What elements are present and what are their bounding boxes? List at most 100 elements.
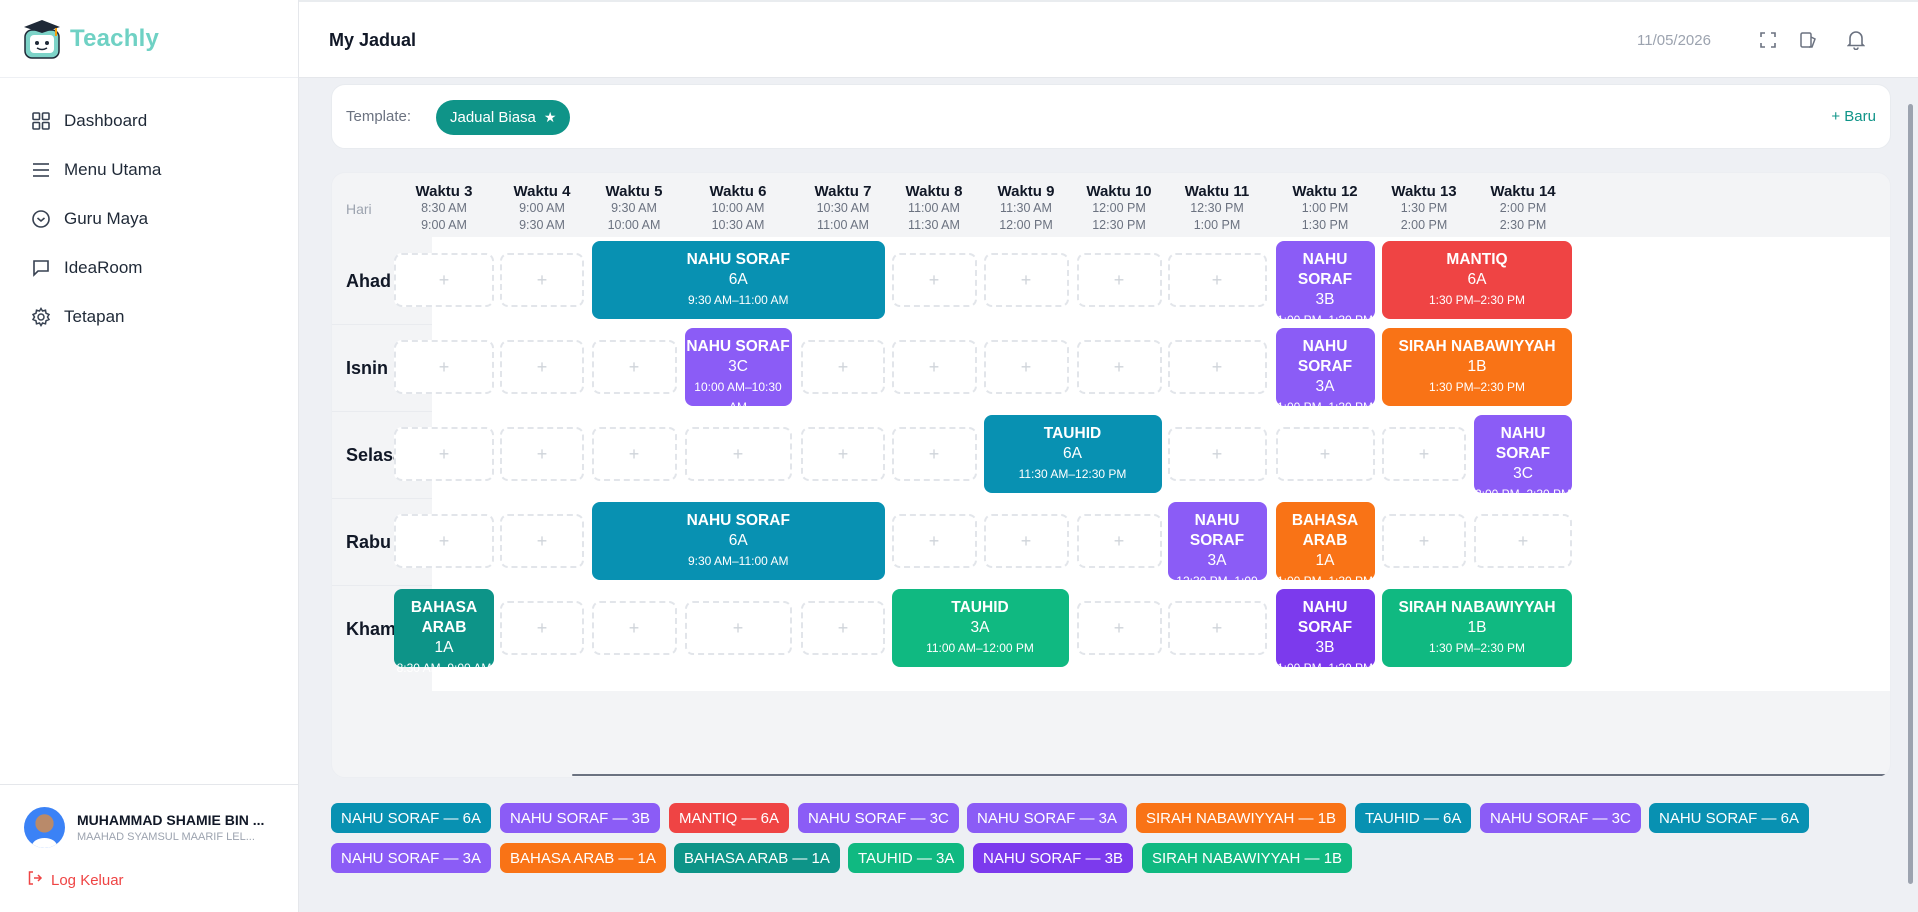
class-group: 1B — [1467, 358, 1487, 375]
empty-slot-add-button[interactable]: + — [1167, 340, 1267, 394]
class-block[interactable]: NAHU SORAF 6A 9:30 AM–11:00 AM — [591, 502, 885, 580]
empty-slot-add-button[interactable]: + — [983, 253, 1069, 307]
class-block[interactable]: SIRAH NABAWIYYAH 1B 1:30 PM–2:30 PM — [1382, 589, 1572, 667]
empty-slot-add-button[interactable]: + — [801, 340, 885, 394]
legend-chip[interactable]: NAHU SORAF — 6A — [1649, 803, 1810, 833]
class-block[interactable]: NAHU SORAF 3B 1:00 PM–1:30 PM — [1275, 241, 1375, 327]
empty-slot-add-button[interactable]: + — [1167, 601, 1267, 655]
legend-chip[interactable]: NAHU SORAF — 3B — [973, 843, 1134, 873]
class-block[interactable]: BAHASA ARAB 1A 8:30 AM–9:00 AM — [394, 589, 494, 675]
class-block[interactable]: NAHU SORAF 3C 2:00 PM–2:30 PM — [1474, 415, 1572, 501]
logout-button[interactable]: Log Keluar — [27, 870, 299, 890]
class-block[interactable]: NAHU SORAF 3A 1:00 PM–1:30 PM — [1275, 328, 1375, 414]
empty-slot-add-button[interactable]: + — [684, 601, 792, 655]
chat-icon — [30, 257, 52, 279]
empty-slot-add-button[interactable]: + — [500, 427, 584, 481]
theme-toggle-icon[interactable] — [1797, 29, 1819, 51]
class-group: 3A — [970, 619, 990, 636]
legend-chip[interactable]: NAHU SORAF — 6A — [331, 803, 492, 833]
user-organization: MAAHAD SYAMSUL MAARIF LEL... — [77, 831, 255, 843]
legend-chip[interactable]: BAHASA ARAB — 1A — [500, 843, 666, 873]
empty-slot-add-button[interactable]: + — [394, 253, 494, 307]
legend-chip[interactable]: NAHU SORAF — 3A — [967, 803, 1128, 833]
empty-slot-add-button[interactable]: + — [394, 427, 494, 481]
slot-name: Waktu 4 — [513, 183, 571, 200]
class-block[interactable]: MANTIQ 6A 1:30 PM–2:30 PM — [1382, 241, 1572, 319]
empty-slot-add-button[interactable]: + — [500, 253, 584, 307]
empty-slot-add-button[interactable]: + — [891, 514, 977, 568]
template-chip-jadual-biasa[interactable]: Jadual Biasa ★ — [436, 100, 571, 135]
empty-slot-add-button[interactable]: + — [891, 253, 977, 307]
empty-slot-add-button[interactable]: + — [1076, 601, 1162, 655]
class-block[interactable]: TAUHID 3A 11:00 AM–12:00 PM — [891, 589, 1069, 667]
empty-slot-add-button[interactable]: + — [500, 340, 584, 394]
legend-chip[interactable]: NAHU SORAF — 3C — [1480, 803, 1641, 833]
legend-chip[interactable]: NAHU SORAF — 3A — [331, 843, 492, 873]
legend-chip[interactable]: TAUHID — 6A — [1355, 803, 1472, 833]
empty-slot-add-button[interactable]: + — [1167, 253, 1267, 307]
empty-slot-add-button[interactable]: + — [1076, 253, 1162, 307]
class-block[interactable]: BAHASA ARAB 1A 1:00 PM–1:30 PM — [1275, 502, 1375, 588]
class-block[interactable]: NAHU SORAF 3B 1:00 PM–1:30 PM — [1275, 589, 1375, 675]
day-label: Rabu — [346, 532, 391, 552]
empty-slot-add-button[interactable]: + — [801, 601, 885, 655]
new-template-button[interactable]: + Baru — [1831, 108, 1876, 125]
legend-chip[interactable]: BAHASA ARAB — 1A — [674, 843, 840, 873]
bell-icon[interactable] — [1845, 29, 1867, 51]
sidebar-item-idearoom[interactable]: IdeaRoom — [0, 243, 298, 292]
empty-slot-add-button[interactable]: + — [394, 340, 494, 394]
slot-header: Waktu 14 2:00 PM 2:30 PM — [1473, 183, 1573, 234]
user-profile[interactable]: MUHAMMAD SHAMIE BIN ... MAAHAD SYAMSUL M… — [24, 807, 299, 848]
empty-slot-add-button[interactable]: + — [1076, 514, 1162, 568]
empty-slot-add-button[interactable]: + — [891, 427, 977, 481]
class-group: 3C — [1513, 465, 1533, 482]
avatar — [24, 807, 65, 848]
empty-slot-add-button[interactable]: + — [500, 514, 584, 568]
empty-slot-add-button[interactable]: + — [394, 514, 494, 568]
class-block[interactable]: NAHU SORAF3A12:30 PM–1:00 PM — [1167, 502, 1267, 608]
class-block[interactable]: NAHU SORAF 3C 10:00 AM–10:30 AM — [684, 328, 792, 414]
brand[interactable]: Teachly — [0, 0, 298, 78]
empty-slot-add-button[interactable]: + — [983, 340, 1069, 394]
empty-slot-add-button[interactable]: + — [591, 427, 677, 481]
empty-slot-add-button[interactable]: + — [1382, 514, 1466, 568]
empty-slot-add-button[interactable]: + — [684, 427, 792, 481]
empty-slot-add-button[interactable]: + — [1474, 514, 1572, 568]
sidebar-item-tetapan[interactable]: Tetapan — [0, 292, 298, 341]
header-date: 11/05/2026 — [1637, 32, 1711, 49]
sidebar-item-menu-utama[interactable]: Menu Utama — [0, 145, 298, 194]
slot-name: Waktu 11 — [1184, 183, 1250, 200]
class-time: 1:30 PM–2:30 PM — [1428, 641, 1526, 655]
class-block[interactable]: NAHU SORAF 6A 9:30 AM–11:00 AM — [591, 241, 885, 319]
empty-slot-add-button[interactable]: + — [1382, 427, 1466, 481]
empty-slot-add-button[interactable]: + — [500, 601, 584, 655]
sidebar-item-guru-maya[interactable]: Guru Maya — [0, 194, 298, 243]
empty-slot-add-button[interactable]: + — [1167, 427, 1267, 481]
legend-chip[interactable]: SIRAH NABAWIYYAH — 1B — [1142, 843, 1353, 873]
empty-slot-add-button[interactable]: + — [983, 514, 1069, 568]
empty-slot-add-button[interactable]: + — [801, 427, 885, 481]
class-block[interactable]: SIRAH NABAWIYYAH 1B 1:30 PM–2:30 PM — [1382, 328, 1572, 406]
legend-chip[interactable]: NAHU SORAF — 3C — [798, 803, 959, 833]
slot-header: Waktu 9 11:30 AM 12:00 PM — [976, 183, 1076, 234]
legend-chip[interactable]: SIRAH NABAWIYYAH — 1B — [1136, 803, 1347, 833]
page-scrollbar[interactable] — [1908, 104, 1913, 884]
empty-slot-add-button[interactable]: + — [1076, 340, 1162, 394]
class-block[interactable]: TAUHID 6A 11:30 AM–12:30 PM — [983, 415, 1162, 493]
class-group: 1A — [434, 639, 454, 656]
slot-start: 10:30 AM — [816, 201, 870, 215]
row-divider — [332, 411, 432, 412]
fullscreen-icon[interactable] — [1757, 29, 1779, 51]
class-time: 11:00 AM–12:00 PM — [926, 641, 1034, 655]
sidebar-item-dashboard[interactable]: Dashboard — [0, 96, 298, 145]
legend-chip[interactable]: TAUHID — 3A — [848, 843, 965, 873]
empty-slot-add-button[interactable]: + — [891, 340, 977, 394]
legend-chip[interactable]: MANTIQ — 6A — [669, 803, 790, 833]
class-group: 1B — [1467, 619, 1487, 636]
empty-slot-add-button[interactable]: + — [591, 601, 677, 655]
empty-slot-add-button[interactable]: + — [1275, 427, 1375, 481]
legend-chip[interactable]: NAHU SORAF — 3B — [500, 803, 661, 833]
empty-slot-add-button[interactable]: + — [591, 340, 677, 394]
slot-header: Waktu 13 1:30 PM 2:00 PM — [1374, 183, 1474, 234]
horizontal-scrollbar[interactable] — [572, 774, 1890, 776]
